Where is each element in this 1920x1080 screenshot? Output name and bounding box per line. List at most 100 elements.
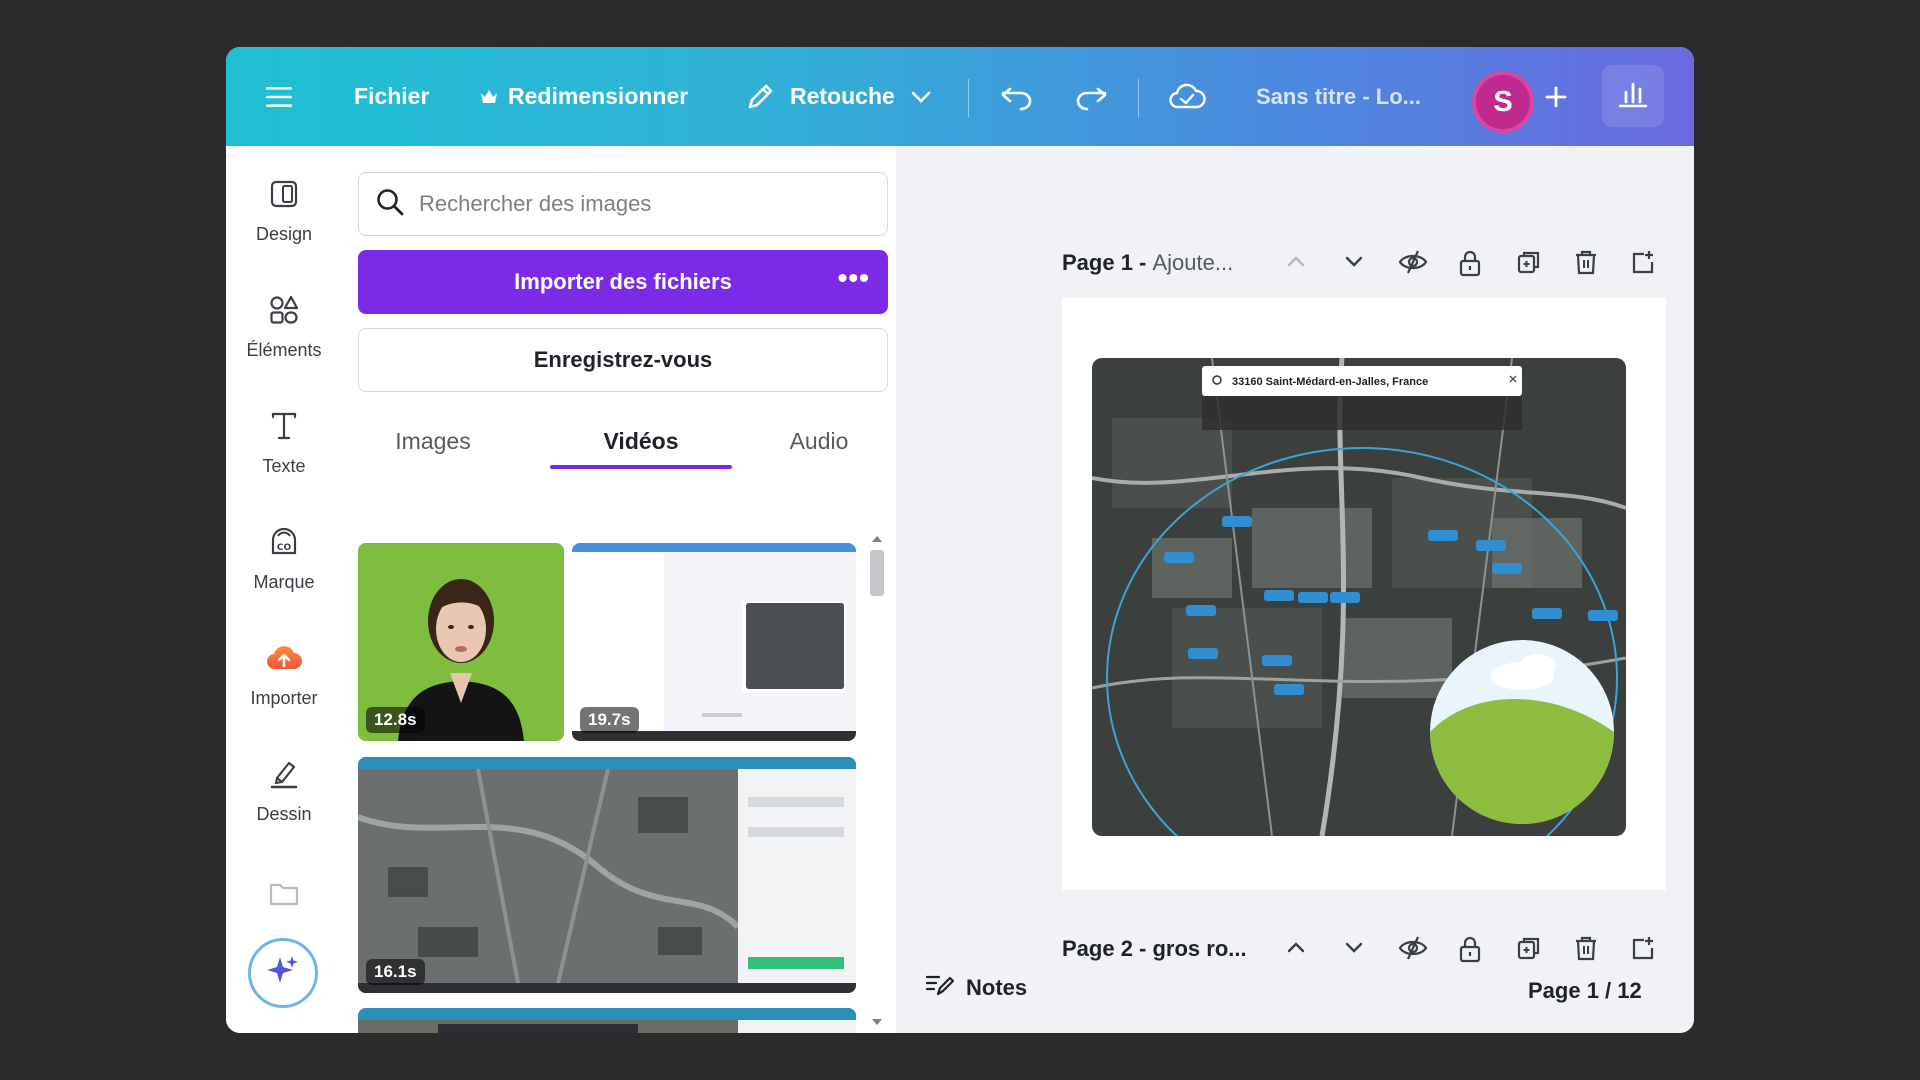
add-page-icon[interactable] <box>1630 935 1656 966</box>
map-search-text: 33160 Saint-Médard-en-Jalles, France <box>1232 376 1428 388</box>
resize-button[interactable]: Redimensionner <box>480 47 688 146</box>
search-icon <box>375 187 405 222</box>
chevron-up-icon[interactable] <box>1284 935 1308 964</box>
avatar[interactable]: S <box>1472 71 1534 133</box>
chevron-down-icon <box>911 91 931 103</box>
insights-button[interactable] <box>1602 65 1664 127</box>
video-thumbnail[interactable] <box>358 1008 856 1033</box>
video-duration: 16.1s <box>366 959 425 985</box>
tab-images[interactable]: Images <box>362 416 504 466</box>
map-video-preview <box>358 757 856 993</box>
register-button[interactable]: Enregistrez-vous <box>358 328 888 392</box>
document-title[interactable]: Sans titre - Lo... <box>1256 47 1421 146</box>
folder-icon <box>268 874 300 914</box>
sidebar-item-draw[interactable]: Dessin <box>226 754 342 825</box>
file-menu-label: Fichier <box>354 83 430 109</box>
video-thumbnail[interactable]: 16.1s <box>358 757 856 993</box>
search-input[interactable] <box>419 191 859 217</box>
sidebar-item-brand[interactable]: CO Marque <box>226 522 342 593</box>
chevron-down-icon[interactable] <box>1342 935 1366 964</box>
sidebar-item-projects[interactable] <box>226 874 342 924</box>
page-1-header: Page 1 - Ajoute... <box>1062 243 1682 283</box>
sidebar-item-label: Design <box>255 224 313 244</box>
left-sidebar: Design Éléments Texte CO Marque Importer <box>226 146 342 1033</box>
tab-label: Audio <box>789 427 849 454</box>
page-1-title[interactable]: Page 1 - Ajoute... <box>1062 250 1233 276</box>
add-page-icon[interactable] <box>1630 249 1656 280</box>
video-thumbnail[interactable]: 19.7s <box>572 543 856 741</box>
lock-icon[interactable] <box>1458 249 1482 282</box>
video-thumbnail[interactable]: 12.8s <box>358 543 564 741</box>
sidebar-item-upload[interactable]: Importer <box>226 638 342 709</box>
upload-files-label: Importer des fichiers <box>514 269 732 294</box>
notes-icon <box>924 972 955 1004</box>
hamburger-icon <box>266 86 292 108</box>
duplicate-page-icon[interactable] <box>1516 249 1542 280</box>
panel-scrollbar[interactable] <box>866 528 888 1033</box>
design-icon <box>268 174 300 214</box>
notes-label: Notes <box>966 975 1028 1000</box>
register-label: Enregistrez-vous <box>533 347 713 372</box>
search-box[interactable] <box>358 172 888 236</box>
upload-cloud-icon <box>266 638 302 678</box>
map-video-element[interactable]: 33160 Saint-Médard-en-Jalles, France <box>1092 358 1626 836</box>
redo-icon <box>1074 83 1108 111</box>
chevron-down-icon[interactable] <box>1342 249 1366 278</box>
page-2-title[interactable]: Page 2 - gros ro... <box>1062 936 1247 962</box>
sidebar-item-label: Texte <box>262 456 306 476</box>
delete-page-icon[interactable] <box>1574 935 1598 966</box>
lock-icon[interactable] <box>1458 935 1482 968</box>
toolbar-divider <box>968 79 969 117</box>
tab-label: Vidéos <box>603 427 679 454</box>
document-title-text: Sans titre - Lo... <box>1256 83 1422 109</box>
crown-icon <box>480 89 498 105</box>
text-icon <box>269 406 299 446</box>
magic-assistant-button[interactable] <box>248 938 318 1008</box>
tab-videos[interactable]: Vidéos <box>550 416 732 466</box>
cloud-save-status[interactable] <box>1168 47 1206 146</box>
page-1-canvas[interactable]: 33160 Saint-Médard-en-Jalles, France <box>1062 298 1666 890</box>
uploads-panel: Importer des fichiers ••• Enregistrez-vo… <box>342 146 896 1033</box>
canva-editor-window: Fichier Redimensionner Retouche Sans tit… <box>226 47 1694 1033</box>
sidebar-item-label: Dessin <box>256 804 312 824</box>
scrollbar-thumb[interactable] <box>870 550 884 596</box>
tab-label: Images <box>395 427 471 454</box>
file-menu[interactable]: Fichier <box>354 47 429 146</box>
pencil-icon <box>744 81 776 113</box>
sidebar-item-label: Marque <box>253 572 315 592</box>
redo-button[interactable] <box>1074 47 1108 146</box>
elements-icon <box>268 290 300 330</box>
edit-mode-dropdown[interactable]: Retouche <box>744 47 931 146</box>
plus-icon <box>1544 85 1568 109</box>
page-2-header: Page 2 - gros ro... <box>1062 929 1682 969</box>
sidebar-item-design[interactable]: Design <box>226 174 342 245</box>
top-toolbar: Fichier Redimensionner Retouche Sans tit… <box>226 47 1694 146</box>
brand-icon: CO <box>268 522 300 562</box>
notes-button[interactable]: Notes <box>924 972 1027 1004</box>
page-counter[interactable]: Page 1 / 12 <box>1528 978 1642 1004</box>
chevron-up-icon[interactable] <box>1284 249 1308 278</box>
delete-page-icon[interactable] <box>1574 249 1598 280</box>
sidebar-item-label: Importer <box>250 688 318 708</box>
video-duration: 12.8s <box>366 707 425 733</box>
bar-chart-icon <box>1618 80 1648 113</box>
page-1-name: Ajoute... <box>1152 250 1234 275</box>
sidebar-item-text[interactable]: Texte <box>226 406 342 477</box>
design-canvas-area: Page 1 - Ajoute... 33160 Saint-Médard-en… <box>896 146 1694 1033</box>
toolbar-divider <box>1138 79 1139 117</box>
undo-icon <box>1000 83 1034 111</box>
menu-button[interactable] <box>266 47 292 146</box>
hide-page-icon[interactable] <box>1398 935 1428 966</box>
sidebar-item-elements[interactable]: Éléments <box>226 290 342 361</box>
add-collaborator-button[interactable] <box>1544 47 1568 146</box>
map-video-preview <box>358 1008 856 1033</box>
duplicate-page-icon[interactable] <box>1516 935 1542 966</box>
svg-text:CO: CO <box>277 543 292 553</box>
satellite-map-image: 33160 Saint-Médard-en-Jalles, France <box>1092 358 1626 836</box>
undo-button[interactable] <box>1000 47 1034 146</box>
more-options-icon[interactable]: ••• <box>838 264 870 292</box>
page-counter-text: Page 1 / 12 <box>1528 978 1642 1003</box>
tab-audio[interactable]: Audio <box>764 416 874 466</box>
hide-page-icon[interactable] <box>1398 249 1428 280</box>
upload-files-button[interactable]: Importer des fichiers ••• <box>358 250 888 314</box>
